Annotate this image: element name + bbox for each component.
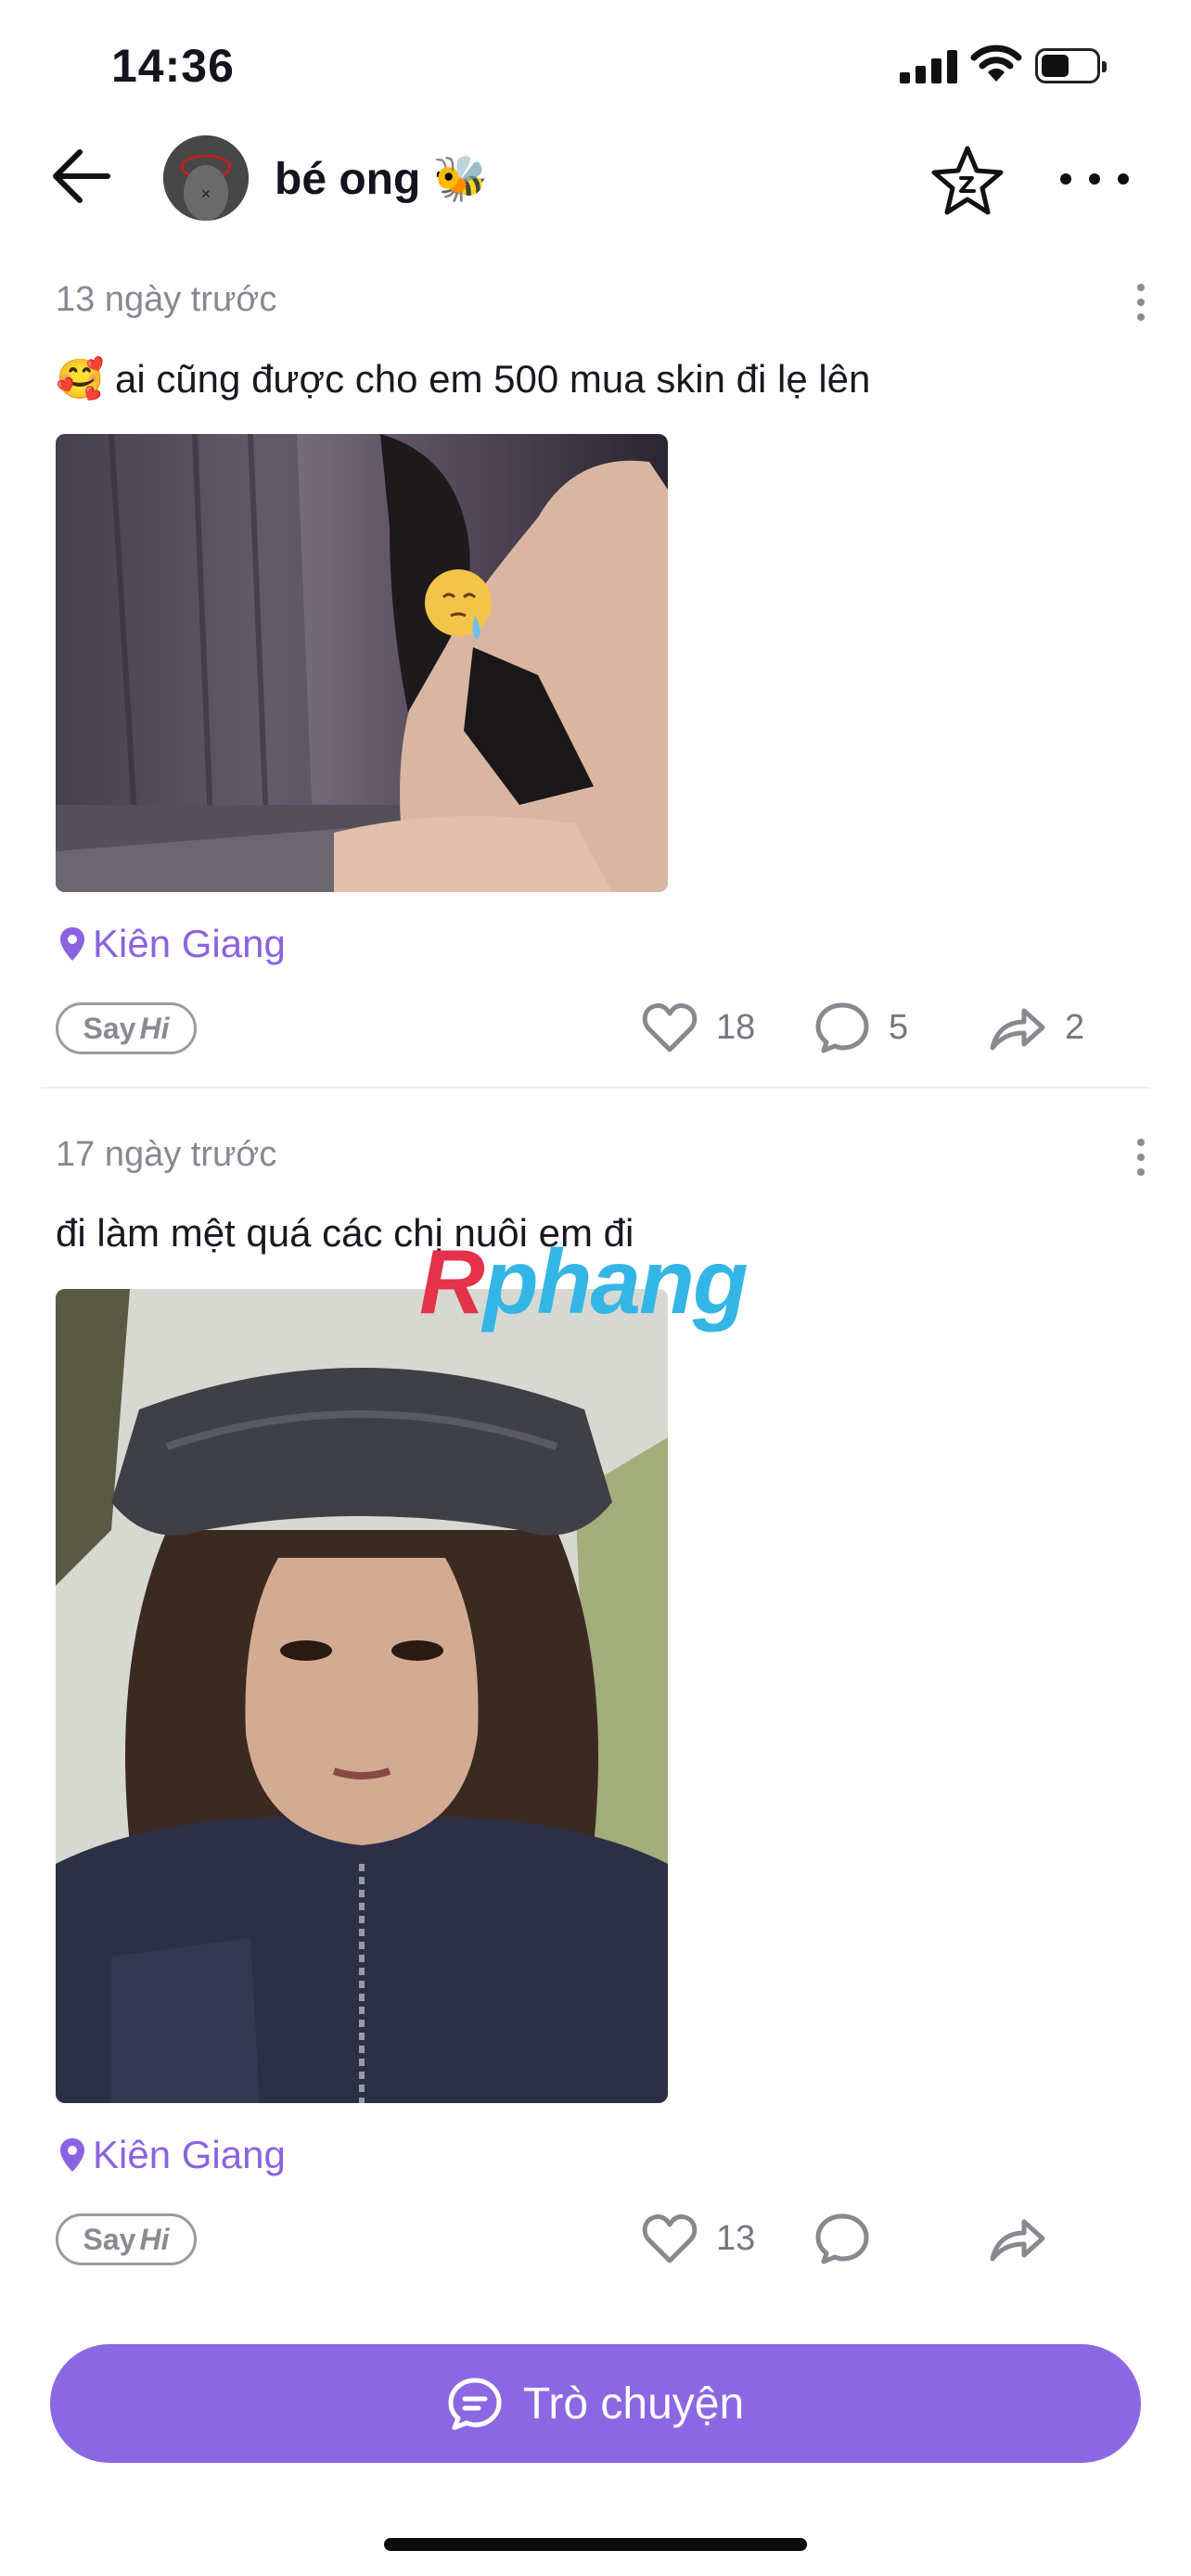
post-location[interactable]: Kiên Giang	[58, 922, 286, 966]
sayhi-hi: Hi	[139, 2222, 170, 2256]
watermark-logo: Rphang	[419, 1230, 749, 1334]
share-count: 2	[1065, 1007, 1085, 1047]
heart-icon	[642, 1003, 698, 1052]
profile-name[interactable]: bé ong 🐝	[275, 152, 488, 205]
svg-text:✕: ✕	[200, 187, 211, 202]
watermark-phang: phang	[482, 1231, 749, 1333]
avatar[interactable]: ✕	[163, 135, 249, 221]
comment-icon	[815, 1002, 869, 1053]
watermark-r: R	[419, 1231, 485, 1333]
chat-button[interactable]: Trò chuyện	[50, 2344, 1141, 2463]
more-icon[interactable]	[1053, 156, 1136, 202]
signal-icon	[900, 48, 957, 83]
location-label: Kiên Giang	[93, 922, 286, 965]
post-timestamp: 17 ngày trước	[56, 1135, 277, 1174]
home-indicator[interactable]	[384, 2538, 807, 2551]
share-icon	[990, 1008, 1045, 1051]
location-pin-icon	[60, 2138, 84, 2172]
sayhi-hi: Hi	[139, 1011, 170, 1045]
back-arrow-icon[interactable]	[46, 139, 121, 213]
chat-icon	[448, 2378, 502, 2430]
post-caption: 🥰 ai cũng được cho em 500 mua skin đi lẹ…	[56, 357, 871, 401]
post-timestamp: 13 ngày trước	[56, 280, 277, 319]
star-icon[interactable]	[928, 141, 1007, 221]
share-button[interactable]	[989, 2213, 1065, 2264]
like-button[interactable]: 13	[642, 2213, 755, 2264]
sayhi-button[interactable]: Say Hi	[56, 2213, 197, 2265]
post-menu-icon[interactable]	[1132, 284, 1150, 321]
location-label: Kiên Giang	[93, 2133, 286, 2176]
comment-button[interactable]: 5	[814, 1001, 908, 1053]
wifi-icon	[970, 45, 1022, 82]
status-time: 14:36	[111, 40, 235, 92]
post-location[interactable]: Kiên Giang	[58, 2133, 286, 2177]
sayhi-say: Say	[83, 2222, 136, 2256]
post-divider	[41, 1087, 1150, 1089]
comment-button[interactable]	[814, 2213, 889, 2264]
post-photo[interactable]	[56, 1289, 668, 2103]
chat-button-label: Trò chuyện	[522, 2378, 745, 2429]
like-count: 13	[716, 2218, 756, 2258]
sayhi-button[interactable]: Say Hi	[56, 1002, 197, 1054]
share-icon	[990, 2219, 1045, 2262]
post-photo[interactable]	[56, 434, 668, 892]
comment-count: 5	[889, 1007, 909, 1047]
post-menu-icon[interactable]	[1132, 1139, 1150, 1176]
like-count: 18	[716, 1007, 756, 1047]
comment-icon	[815, 2213, 869, 2264]
battery-icon	[1035, 48, 1107, 83]
share-button[interactable]: 2	[989, 1001, 1084, 1053]
like-button[interactable]: 18	[642, 1001, 755, 1053]
sayhi-say: Say	[83, 1011, 136, 1045]
heart-icon	[642, 2214, 698, 2264]
location-pin-icon	[60, 927, 84, 961]
